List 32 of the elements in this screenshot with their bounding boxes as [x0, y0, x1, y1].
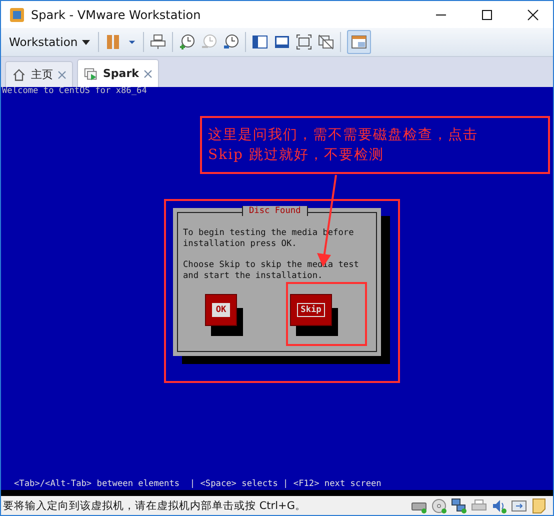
- status-text: 要将输入定向到该虚拟机，请在虚拟机内部单击或按 Ctrl+G。: [3, 498, 307, 512]
- unity-icon[interactable]: [318, 34, 334, 50]
- caret-icon: [82, 40, 90, 44]
- close-icon[interactable]: [527, 8, 539, 20]
- close-tab-icon[interactable]: [144, 70, 152, 78]
- snapshot-icon[interactable]: [178, 34, 195, 50]
- speaker-icon[interactable]: [491, 498, 507, 514]
- dialog-button[interactable]: OK: [205, 294, 237, 326]
- home-icon: [12, 68, 26, 82]
- tab-label: Spark: [103, 67, 139, 80]
- window-title: Spark - VMware Workstation: [31, 8, 202, 22]
- console-view-icon[interactable]: [274, 34, 290, 50]
- sidebar-icon[interactable]: [252, 34, 268, 50]
- network-icon[interactable]: [451, 498, 467, 514]
- tab[interactable]: Spark: [77, 59, 159, 87]
- window-layout-icon: [350, 34, 367, 50]
- dialog-button[interactable]: Skip: [290, 294, 332, 326]
- dialog-title: Disc Found: [242, 206, 308, 216]
- app-logo-icon: [9, 6, 25, 22]
- send-keys-icon[interactable]: [150, 34, 166, 50]
- annotation-note: 这里是问我们，需不需要磁盘检查，点击 Skip 跳过就好，不要检测: [200, 116, 550, 174]
- maximize-icon[interactable]: [481, 8, 493, 20]
- close-tab-icon[interactable]: [58, 70, 66, 78]
- tab-label: 主页: [31, 67, 53, 82]
- snapshot-manager-icon[interactable]: [222, 34, 239, 50]
- display-icon[interactable]: [511, 498, 527, 514]
- key-hint-text: <Tab>/<Alt-Tab> between elements | <Space> selects | <F12> next screen: [14, 479, 382, 489]
- library-view-button[interactable]: [346, 30, 371, 54]
- full-screen-icon[interactable]: [296, 34, 312, 50]
- tab[interactable]: 主页: [5, 61, 73, 87]
- workstation-menu[interactable]: Workstation: [7, 33, 92, 51]
- vm-icon: [84, 66, 98, 80]
